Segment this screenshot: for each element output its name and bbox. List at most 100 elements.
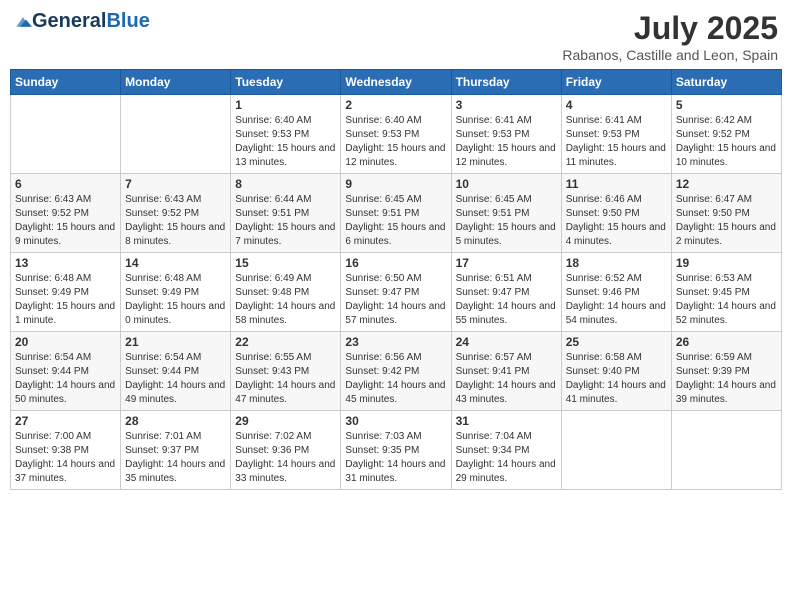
weekday-header-wednesday: Wednesday (341, 70, 451, 95)
day-info: Sunrise: 6:51 AMSunset: 9:47 PMDaylight:… (456, 272, 557, 328)
day-info: Sunrise: 6:48 AMSunset: 9:49 PMDaylight:… (125, 272, 226, 328)
calendar-header-row: SundayMondayTuesdayWednesdayThursdayFrid… (11, 70, 782, 95)
calendar-cell: 25 Sunrise: 6:58 AMSunset: 9:40 PMDayligh… (561, 332, 671, 411)
day-number: 24 (456, 335, 557, 349)
calendar-cell (561, 411, 671, 490)
logo-icon (14, 13, 32, 31)
day-info: Sunrise: 6:54 AMSunset: 9:44 PMDaylight:… (15, 351, 116, 407)
calendar-cell: 1 Sunrise: 6:40 AMSunset: 9:53 PMDaylight… (231, 95, 341, 174)
calendar-cell: 26Sunrise: 6:59 AMSunset: 9:39 PMDayligh… (671, 332, 781, 411)
calendar-cell: 30Sunrise: 7:03 AMSunset: 9:35 PMDayligh… (341, 411, 451, 490)
day-number: 8 (235, 177, 336, 191)
day-number: 3 (456, 98, 557, 112)
calendar-cell: 15 Sunrise: 6:49 AMSunset: 9:48 PMDayligh… (231, 253, 341, 332)
calendar-cell: 24 Sunrise: 6:57 AMSunset: 9:41 PMDayligh… (451, 332, 561, 411)
day-number: 31 (456, 414, 557, 428)
day-info: Sunrise: 6:58 AMSunset: 9:40 PMDaylight:… (566, 351, 667, 407)
day-info: Sunrise: 6:40 AMSunset: 9:53 PMDaylight:… (345, 114, 446, 170)
day-info: Sunrise: 6:57 AMSunset: 9:41 PMDaylight:… (456, 351, 557, 407)
calendar-cell: 8 Sunrise: 6:44 AMSunset: 9:51 PMDaylight… (231, 174, 341, 253)
title-block: July 2025 Rabanos, Castille and Leon, Sp… (562, 10, 778, 63)
day-info: Sunrise: 6:46 AMSunset: 9:50 PMDaylight:… (566, 193, 667, 249)
day-number: 17 (456, 256, 557, 270)
calendar-cell (671, 411, 781, 490)
calendar-week-2: 6Sunrise: 6:43 AMSunset: 9:52 PMDaylight… (11, 174, 782, 253)
day-number: 15 (235, 256, 336, 270)
day-number: 14 (125, 256, 226, 270)
day-info: Sunrise: 6:43 AMSunset: 9:52 PMDaylight:… (15, 193, 116, 249)
day-number: 21 (125, 335, 226, 349)
calendar-cell: 23 Sunrise: 6:56 AMSunset: 9:42 PMDayligh… (341, 332, 451, 411)
day-number: 13 (15, 256, 116, 270)
day-number: 26 (676, 335, 777, 349)
day-number: 2 (345, 98, 446, 112)
day-info: Sunrise: 6:41 AMSunset: 9:53 PMDaylight:… (566, 114, 667, 170)
calendar-cell: 5Sunrise: 6:42 AMSunset: 9:52 PMDaylight… (671, 95, 781, 174)
calendar-week-4: 20 Sunrise: 6:54 AMSunset: 9:44 PMDayligh… (11, 332, 782, 411)
day-info: Sunrise: 6:45 AMSunset: 9:51 PMDaylight:… (456, 193, 557, 249)
calendar-cell: 13 Sunrise: 6:48 AMSunset: 9:49 PMDayligh… (11, 253, 121, 332)
day-number: 1 (235, 98, 336, 112)
calendar-cell: 17 Sunrise: 6:51 AMSunset: 9:47 PMDayligh… (451, 253, 561, 332)
calendar-week-1: 1 Sunrise: 6:40 AMSunset: 9:53 PMDaylight… (11, 95, 782, 174)
day-number: 23 (345, 335, 446, 349)
day-info: Sunrise: 6:56 AMSunset: 9:42 PMDaylight:… (345, 351, 446, 407)
weekday-header-thursday: Thursday (451, 70, 561, 95)
day-number: 18 (566, 256, 667, 270)
calendar-cell: 2 Sunrise: 6:40 AMSunset: 9:53 PMDaylight… (341, 95, 451, 174)
calendar-cell (11, 95, 121, 174)
calendar-cell: 4 Sunrise: 6:41 AMSunset: 9:53 PMDaylight… (561, 95, 671, 174)
calendar-cell: 12 Sunrise: 6:47 AMSunset: 9:50 PMDayligh… (671, 174, 781, 253)
day-info: Sunrise: 6:43 AMSunset: 9:52 PMDaylight:… (125, 193, 226, 249)
day-info: Sunrise: 6:40 AMSunset: 9:53 PMDaylight:… (235, 114, 336, 170)
day-number: 16 (345, 256, 446, 270)
day-number: 4 (566, 98, 667, 112)
calendar-cell: 16 Sunrise: 6:50 AMSunset: 9:47 PMDayligh… (341, 253, 451, 332)
weekday-header-sunday: Sunday (11, 70, 121, 95)
day-number: 12 (676, 177, 777, 191)
day-number: 20 (15, 335, 116, 349)
weekday-header-monday: Monday (121, 70, 231, 95)
day-info: Sunrise: 7:01 AMSunset: 9:37 PMDaylight:… (125, 430, 226, 486)
calendar-cell: 28 Sunrise: 7:01 AMSunset: 9:37 PMDayligh… (121, 411, 231, 490)
day-number: 25 (566, 335, 667, 349)
calendar-cell: 14 Sunrise: 6:48 AMSunset: 9:49 PMDayligh… (121, 253, 231, 332)
day-info: Sunrise: 6:47 AMSunset: 9:50 PMDaylight:… (676, 193, 777, 249)
day-number: 7 (125, 177, 226, 191)
day-number: 29 (235, 414, 336, 428)
month-year: July 2025 (562, 10, 778, 47)
calendar-week-5: 27Sunrise: 7:00 AMSunset: 9:38 PMDayligh… (11, 411, 782, 490)
day-info: Sunrise: 6:41 AMSunset: 9:53 PMDaylight:… (456, 114, 557, 170)
day-info: Sunrise: 7:03 AMSunset: 9:35 PMDaylight:… (345, 430, 446, 486)
day-info: Sunrise: 6:49 AMSunset: 9:48 PMDaylight:… (235, 272, 336, 328)
day-info: Sunrise: 7:02 AMSunset: 9:36 PMDaylight:… (235, 430, 336, 486)
day-number: 11 (566, 177, 667, 191)
day-info: Sunrise: 6:50 AMSunset: 9:47 PMDaylight:… (345, 272, 446, 328)
calendar-cell: 20 Sunrise: 6:54 AMSunset: 9:44 PMDayligh… (11, 332, 121, 411)
calendar-cell: 7 Sunrise: 6:43 AMSunset: 9:52 PMDaylight… (121, 174, 231, 253)
calendar-cell: 21 Sunrise: 6:54 AMSunset: 9:44 PMDayligh… (121, 332, 231, 411)
day-info: Sunrise: 6:54 AMSunset: 9:44 PMDaylight:… (125, 351, 226, 407)
day-info: Sunrise: 6:52 AMSunset: 9:46 PMDaylight:… (566, 272, 667, 328)
day-number: 10 (456, 177, 557, 191)
day-number: 19 (676, 256, 777, 270)
calendar-cell: 10 Sunrise: 6:45 AMSunset: 9:51 PMDayligh… (451, 174, 561, 253)
day-info: Sunrise: 6:45 AMSunset: 9:51 PMDaylight:… (345, 193, 446, 249)
logo-text: GeneralBlue (14, 10, 150, 33)
day-info: Sunrise: 6:44 AMSunset: 9:51 PMDaylight:… (235, 193, 336, 249)
day-number: 5 (676, 98, 777, 112)
location: Rabanos, Castille and Leon, Spain (562, 47, 778, 63)
calendar-cell: 22 Sunrise: 6:55 AMSunset: 9:43 PMDayligh… (231, 332, 341, 411)
day-number: 28 (125, 414, 226, 428)
calendar-cell: 31 Sunrise: 7:04 AMSunset: 9:34 PMDayligh… (451, 411, 561, 490)
day-info: Sunrise: 7:04 AMSunset: 9:34 PMDaylight:… (456, 430, 557, 486)
weekday-header-tuesday: Tuesday (231, 70, 341, 95)
day-info: Sunrise: 6:55 AMSunset: 9:43 PMDaylight:… (235, 351, 336, 407)
calendar-cell (121, 95, 231, 174)
logo-blue: Blue (106, 10, 149, 33)
day-info: Sunrise: 7:00 AMSunset: 9:38 PMDaylight:… (15, 430, 116, 486)
day-number: 22 (235, 335, 336, 349)
day-info: Sunrise: 6:48 AMSunset: 9:49 PMDaylight:… (15, 272, 116, 328)
weekday-header-friday: Friday (561, 70, 671, 95)
calendar-cell: 3 Sunrise: 6:41 AMSunset: 9:53 PMDaylight… (451, 95, 561, 174)
